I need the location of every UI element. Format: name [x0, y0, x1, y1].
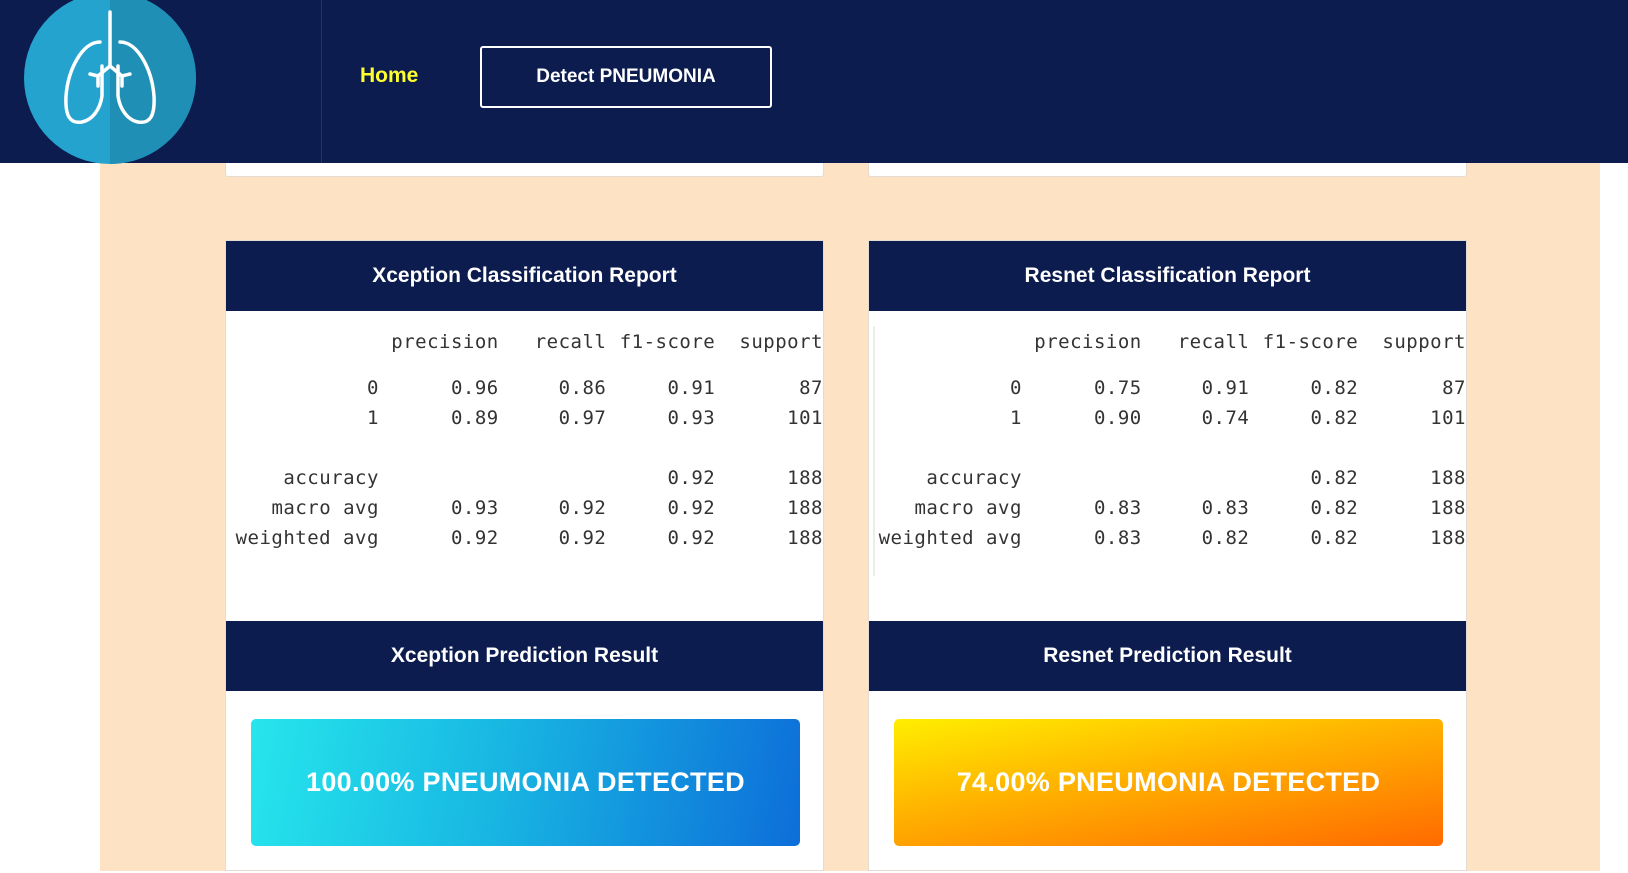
xception-result-badge[interactable]: 100.00% PNEUMONIA DETECTED — [251, 719, 800, 846]
column-precision: precision — [391, 331, 499, 353]
top-navbar: Home Detect PNEUMONIA — [0, 0, 1628, 164]
table-header-row: precision recall f1-score support — [226, 311, 823, 373]
resnet-result-heading: Resnet Prediction Result — [869, 621, 1466, 691]
resnet-report-heading: Resnet Classification Report — [869, 241, 1466, 311]
table-row: accuracy 0.82 188 — [926, 467, 1466, 489]
xception-report-table: precision recall f1-score support 0 0.96… — [226, 311, 823, 553]
table-row: 0 0.75 0.91 0.82 87 — [1009, 377, 1466, 399]
table-row: accuracy 0.92 188 — [283, 467, 823, 489]
nav-home-link[interactable]: Home — [360, 64, 418, 88]
column-support: support — [1382, 331, 1466, 353]
xception-card: Xception Classification Report precision… — [225, 240, 824, 871]
detect-pneumonia-button[interactable]: Detect PNEUMONIA — [480, 46, 772, 108]
column-support: support — [739, 331, 823, 353]
xception-report-heading: Xception Classification Report — [226, 241, 823, 311]
column-recall: recall — [534, 331, 607, 353]
table-row: weighted avg 0.92 0.92 0.92 188 — [235, 527, 823, 549]
table-row: macro avg 0.83 0.83 0.82 188 — [914, 497, 1466, 519]
resnet-result-badge[interactable]: 74.00% PNEUMONIA DETECTED — [894, 719, 1443, 846]
table-row: 1 0.89 0.97 0.93 101 — [366, 407, 823, 429]
resnet-card: Resnet Classification Report precision r… — [868, 240, 1467, 871]
column-f1-score: f1-score — [1262, 331, 1359, 353]
table-row: weighted avg 0.83 0.82 0.82 188 — [878, 527, 1466, 549]
column-recall: recall — [1177, 331, 1250, 353]
table-row: 1 0.90 0.74 0.82 101 — [1009, 407, 1466, 429]
xception-result-heading: Xception Prediction Result — [226, 621, 823, 691]
column-precision: precision — [1034, 331, 1142, 353]
lungs-icon[interactable] — [24, 0, 196, 164]
lungs-glyph — [64, 10, 156, 125]
table-header-row: precision recall f1-score support — [869, 311, 1466, 373]
resnet-report-table: precision recall f1-score support 0 0.75… — [869, 311, 1466, 553]
table-row: macro avg 0.93 0.92 0.92 188 — [271, 497, 823, 519]
column-f1-score: f1-score — [619, 331, 716, 353]
nav-divider — [321, 0, 322, 163]
table-row: 0 0.96 0.86 0.91 87 — [366, 377, 823, 399]
